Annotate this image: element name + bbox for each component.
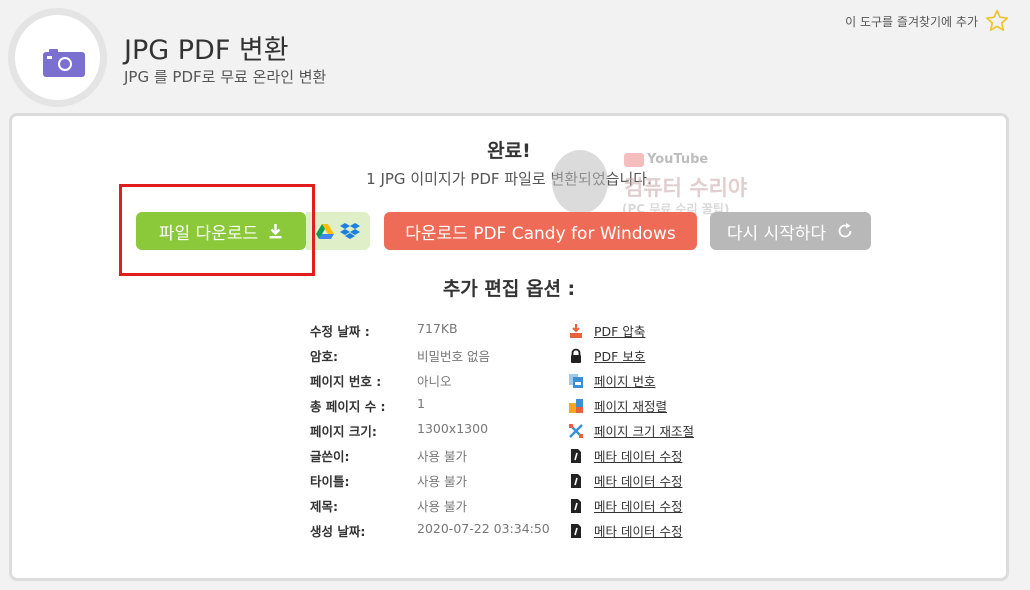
download-file-button[interactable]: 파일 다운로드 (136, 212, 306, 250)
result-panel: 완료! 1 JPG 이미지가 PDF 파일로 변환되었습니다. YouTube … (9, 113, 1009, 581)
tool-logo (8, 8, 107, 107)
edit-metadata-link[interactable]: 메타 데이터 수정 (594, 496, 682, 515)
file-edit-icon (571, 524, 581, 538)
dropbox-icon[interactable] (340, 222, 360, 240)
edit-metadata-link[interactable]: 메타 데이터 수정 (594, 446, 682, 465)
resize-pages-link[interactable]: 페이지 크기 재조절 (594, 421, 694, 440)
download-candy-label: 다운로드 PDF Candy for Windows (405, 223, 676, 244)
star-outline-icon (985, 9, 1009, 31)
camera-icon (43, 49, 85, 77)
extra-options-title: 추가 편집 옵션 : (442, 278, 576, 300)
restart-button[interactable]: 다시 시작하다 (710, 212, 871, 250)
file-edit-icon (571, 449, 581, 463)
download-icon (269, 224, 282, 239)
reorder-icon (569, 399, 583, 413)
restart-label: 다시 시작하다 (726, 223, 827, 244)
add-favorite-label: 이 도구를 즐겨찾기에 추가 (845, 14, 978, 29)
action-buttons: 파일 다운로드 다운로드 PDF Candy for Windows 다시 시작… (12, 212, 1006, 252)
page-header: JPG PDF 변환 JPG 를 PDF로 무료 온라인 변환 이 도구를 즐겨… (0, 0, 1030, 112)
compress-pdf-link[interactable]: PDF 압축 (594, 321, 645, 340)
page-number-link[interactable]: 페이지 번호 (594, 371, 655, 390)
reorder-pages-link[interactable]: 페이지 재정렬 (594, 396, 667, 415)
file-edit-icon (571, 499, 581, 513)
result-message: 1 JPG 이미지가 PDF 파일로 변환되었습니다. (366, 170, 652, 188)
file-edit-icon (571, 474, 581, 488)
page-number-icon (569, 374, 583, 388)
refresh-icon (838, 223, 852, 238)
lock-icon (571, 348, 581, 363)
edit-metadata-link[interactable]: 메타 데이터 수정 (594, 521, 682, 540)
add-favorite-button[interactable]: 이 도구를 즐겨찾기에 추가 (845, 8, 1010, 34)
result-title: 완료! (487, 140, 531, 162)
google-drive-icon[interactable] (316, 223, 334, 239)
download-candy-windows-button[interactable]: 다운로드 PDF Candy for Windows (384, 212, 697, 250)
edit-metadata-link[interactable]: 메타 데이터 수정 (594, 471, 682, 490)
page-title: JPG PDF 변환 (124, 35, 289, 66)
page-subtitle: JPG 를 PDF로 무료 온라인 변환 (124, 68, 327, 86)
cloud-save-button[interactable] (306, 212, 370, 250)
download-file-label: 파일 다운로드 (158, 223, 259, 244)
download-compress-icon (570, 324, 582, 338)
protect-pdf-link[interactable]: PDF 보호 (594, 346, 645, 365)
resize-icon (569, 424, 583, 438)
